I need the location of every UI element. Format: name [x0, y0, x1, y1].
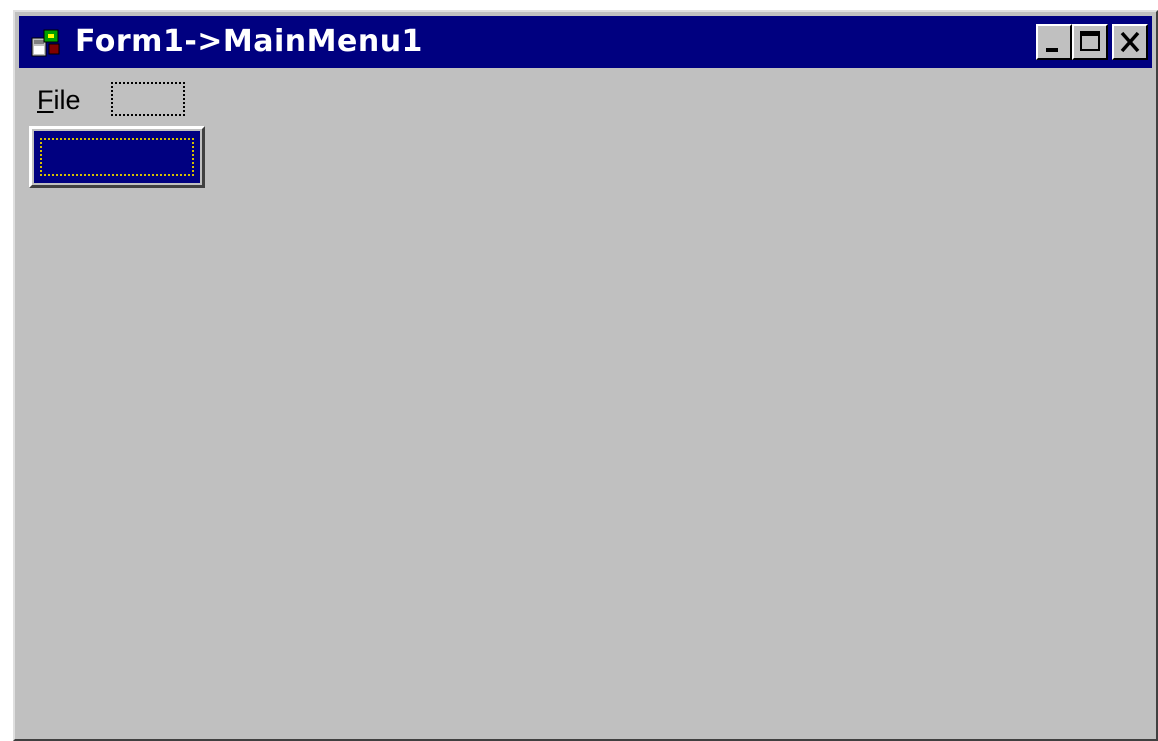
- menu-bar: File: [19, 72, 1152, 124]
- form-designer-icon: [31, 29, 60, 57]
- form-client-area: [19, 124, 1152, 735]
- menu-item-file-mnemonic: F: [37, 85, 54, 115]
- minimize-icon: [1046, 48, 1058, 52]
- close-icon: [1120, 31, 1140, 53]
- close-button[interactable]: [1112, 24, 1148, 60]
- form-window: Form1->MainMenu1 File: [13, 10, 1158, 741]
- window-title: Form1->MainMenu1: [75, 24, 423, 59]
- new-menu-item-placeholder[interactable]: [111, 82, 185, 116]
- maximize-button[interactable]: [1072, 24, 1108, 60]
- title-bar[interactable]: Form1->MainMenu1: [19, 16, 1152, 68]
- menu-item-file-label: ile: [53, 85, 81, 115]
- menu-item-file[interactable]: File: [37, 84, 81, 116]
- minimize-button[interactable]: [1036, 24, 1072, 60]
- maximize-icon: [1080, 31, 1100, 51]
